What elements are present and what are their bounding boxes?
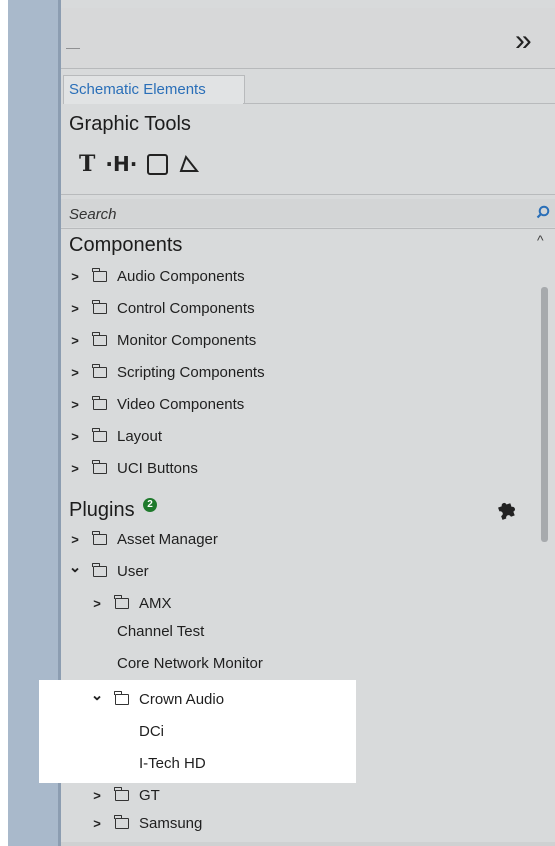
collapse-dash[interactable]: — xyxy=(66,39,80,55)
folder-icon xyxy=(92,363,107,378)
tree-item-label: Crown Audio xyxy=(139,690,225,708)
tree-item[interactable]: > Asset Manager xyxy=(67,527,218,551)
folder-icon xyxy=(92,395,107,410)
tree-item-label: Control Components xyxy=(117,299,255,317)
chevron-right-icon[interactable]: > xyxy=(67,333,83,348)
scroll-up-arrow[interactable]: ^ xyxy=(537,232,544,248)
tab-label: Schematic Elements xyxy=(69,81,206,98)
folder-icon xyxy=(92,562,107,577)
tree-item-label: I-Tech HD xyxy=(139,754,206,772)
tree-item-label: Asset Manager xyxy=(117,530,218,548)
tab-schematic-elements[interactable]: Schematic Elements xyxy=(63,75,245,104)
folder-icon xyxy=(92,459,107,474)
panel-bottom-edge xyxy=(61,842,555,846)
plugins-title: Plugins xyxy=(69,499,135,521)
tree-item-label: Channel Test xyxy=(117,622,205,640)
puzzle-icon[interactable] xyxy=(495,498,517,520)
text-tool-icon[interactable]: T xyxy=(79,151,95,177)
tree-item[interactable]: > Audio Components xyxy=(67,264,245,288)
tree-item[interactable]: Core Network Monitor xyxy=(117,651,263,675)
folder-icon xyxy=(114,814,129,829)
tree-item[interactable]: ⌄ User xyxy=(67,559,149,583)
chevron-right-icon[interactable]: > xyxy=(89,596,105,611)
folder-icon xyxy=(114,594,129,609)
folder-icon xyxy=(92,530,107,545)
tree-item-label: UCI Buttons xyxy=(117,459,198,477)
tab-divider xyxy=(243,103,555,104)
tree-item[interactable]: ⌄ Crown Audio xyxy=(89,687,224,711)
chevron-down-icon[interactable]: ⌄ xyxy=(89,686,105,704)
chevron-right-icon[interactable]: > xyxy=(67,461,83,476)
chevron-right-icon[interactable]: > xyxy=(67,397,83,412)
tree-item[interactable]: > Monitor Components xyxy=(67,328,256,352)
tree-item-label: Video Components xyxy=(117,395,245,413)
folder-icon xyxy=(92,427,107,442)
tree-item[interactable]: > Control Components xyxy=(67,296,255,320)
tree-item[interactable]: > AMX xyxy=(89,591,172,615)
tree-item[interactable]: > GT xyxy=(89,783,160,807)
tree-item-label: Samsung xyxy=(139,814,203,832)
folder-icon xyxy=(92,299,107,314)
tree-item[interactable]: DCi xyxy=(139,719,164,743)
tools-divider xyxy=(61,194,555,195)
tree-item[interactable]: > Scripting Components xyxy=(67,360,265,384)
tree-item-label: GT xyxy=(139,786,160,804)
folder-icon xyxy=(92,331,107,346)
double-chevron-right-icon[interactable]: » xyxy=(515,26,532,56)
search-icon[interactable] xyxy=(536,205,550,219)
folder-icon xyxy=(114,690,129,705)
chevron-right-icon[interactable]: > xyxy=(89,816,105,831)
search-bar xyxy=(61,199,555,227)
chevron-right-icon[interactable]: > xyxy=(89,788,105,803)
scrollbar-thumb[interactable] xyxy=(541,287,548,542)
components-title: Components xyxy=(69,234,183,256)
folder-icon xyxy=(114,786,129,801)
search-divider xyxy=(61,228,555,229)
search-input[interactable] xyxy=(67,202,531,226)
tree-item-label: AMX xyxy=(139,594,172,612)
net-label-tool-icon[interactable]: ·H· xyxy=(105,152,137,176)
chevron-right-icon[interactable]: > xyxy=(67,429,83,444)
chevron-right-icon[interactable]: > xyxy=(67,301,83,316)
tree-item[interactable]: > Layout xyxy=(67,424,162,448)
tree-item-label: User xyxy=(117,562,149,580)
tree-item-label: Audio Components xyxy=(117,267,245,285)
chevron-right-icon[interactable]: > xyxy=(67,269,83,284)
rectangle-tool-icon[interactable] xyxy=(147,153,169,175)
tree-item-label: Scripting Components xyxy=(117,363,265,381)
plugins-count-badge: 2 xyxy=(143,498,157,512)
tree-item-label: DCi xyxy=(139,722,164,740)
tree-item-label: Core Network Monitor xyxy=(117,654,263,672)
tree-item-label: Monitor Components xyxy=(117,331,257,349)
folder-icon xyxy=(92,267,107,282)
tree-item[interactable]: I-Tech HD xyxy=(139,751,206,775)
graphic-tools-title: Graphic Tools xyxy=(69,113,191,135)
line-tool-icon[interactable] xyxy=(178,153,200,175)
chevron-down-icon[interactable]: ⌄ xyxy=(67,558,83,576)
graphic-tools-toolbar: T ·H· xyxy=(79,150,200,178)
tree-item-label: Layout xyxy=(117,427,163,445)
chevron-right-icon[interactable]: > xyxy=(67,365,83,380)
tree-item[interactable]: > Samsung xyxy=(89,811,202,835)
panel-header xyxy=(61,8,555,69)
tree-item[interactable]: Channel Test xyxy=(117,619,204,643)
tree-item[interactable]: > Video Components xyxy=(67,392,244,416)
chevron-right-icon[interactable]: > xyxy=(67,532,83,547)
tree-item[interactable]: > UCI Buttons xyxy=(67,456,198,480)
